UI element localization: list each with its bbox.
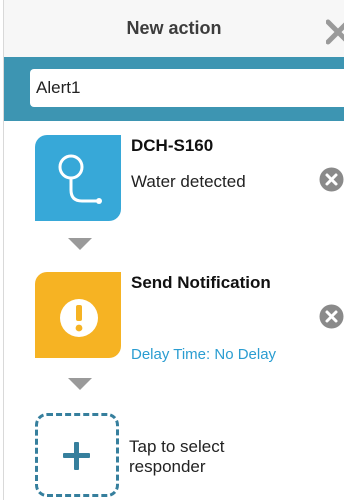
notification-tile[interactable] (35, 272, 121, 358)
plus-icon (63, 442, 90, 470)
exclamation-icon (60, 299, 98, 337)
delay-time-link[interactable]: Delay Time: No Delay (131, 346, 276, 363)
page-title: New action (126, 18, 222, 38)
sensor-event: Water detected (131, 172, 246, 191)
remove-icon[interactable] (319, 304, 344, 329)
new-action-screen: New action DCH-S160 Water detected Send … (0, 0, 344, 500)
sensor-device-name: DCH-S160 (131, 136, 214, 155)
remove-icon[interactable] (319, 167, 344, 192)
add-responder-tile[interactable] (35, 413, 119, 497)
action-name-input[interactable] (30, 69, 344, 107)
close-icon[interactable] (326, 12, 344, 48)
add-responder-label[interactable]: Tap to select responder (129, 437, 279, 477)
water-sensor-icon (58, 154, 102, 204)
notification-title: Send Notification (131, 273, 271, 292)
flow-arrow-icon (68, 378, 92, 390)
header-bar: New action (4, 0, 344, 57)
sensor-tile[interactable] (35, 135, 121, 221)
flow-arrow-icon (68, 238, 92, 250)
